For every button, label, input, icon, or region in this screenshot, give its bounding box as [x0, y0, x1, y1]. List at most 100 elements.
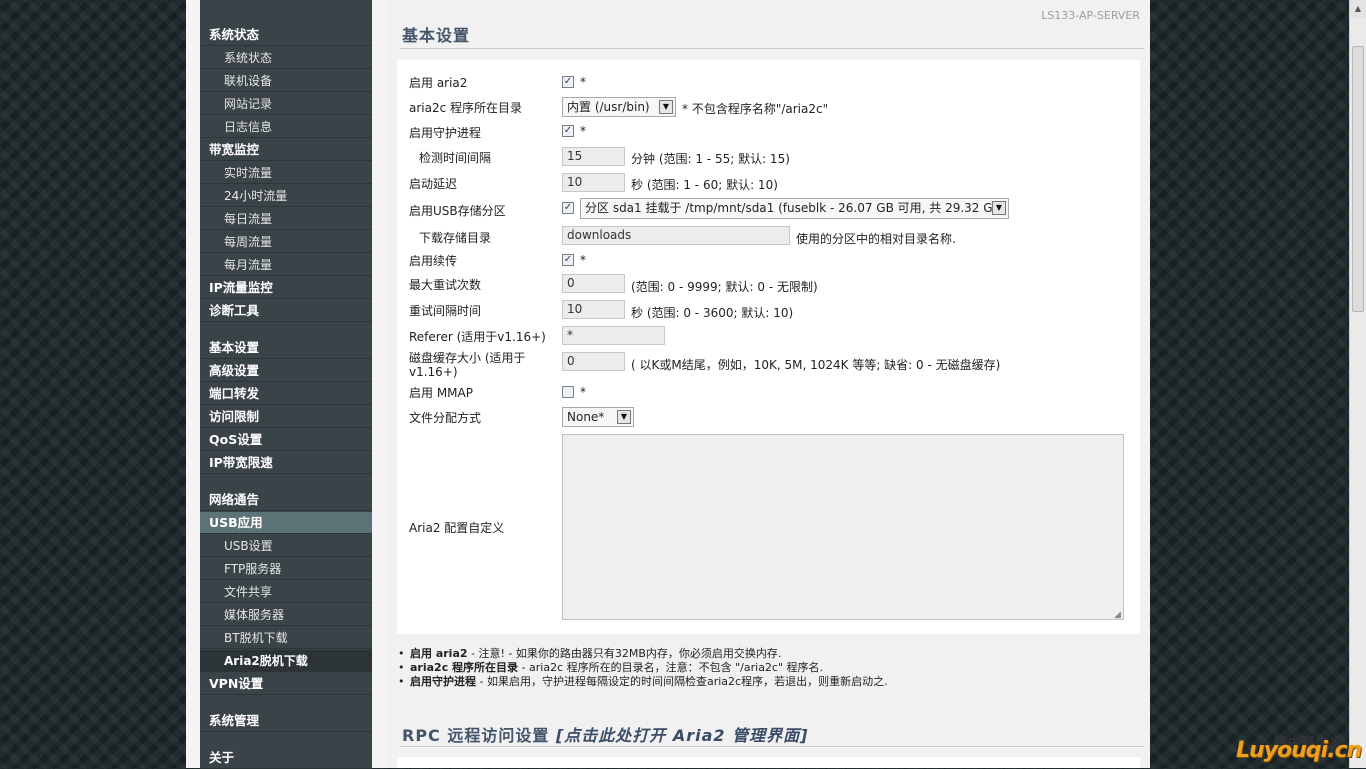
referer-label: Referer (适用于v1.16+): [409, 330, 546, 344]
file-alloc-select[interactable]: None* ▼: [562, 407, 634, 427]
enable-guard-checkbox[interactable]: ✓: [562, 125, 574, 137]
sidebar-item[interactable]: 每日流量: [200, 208, 372, 230]
sidebar-item[interactable]: 每周流量: [200, 231, 372, 253]
page-title: 基本设置: [402, 26, 471, 45]
custom-config-textarea[interactable]: [562, 434, 1124, 620]
sidebar-item[interactable]: 诊断工具: [200, 300, 372, 322]
note-text: - aria2c 程序所在的目录名，注意：不包含 "/aria2c" 程序名.: [518, 661, 824, 674]
main-panel: LS133-AP-SERVER 基本设置 启用 aria2 ✓ * aria2c…: [386, 0, 1150, 768]
download-dir-label: 下载存储目录: [419, 231, 492, 245]
start-delay-label: 启动延迟: [409, 177, 458, 191]
retry-wait-hint: 秒 (范围: 0 - 3600; 默认: 10): [631, 306, 794, 320]
sidebar-item[interactable]: FTP服务器: [200, 558, 372, 580]
sidebar-item[interactable]: VPN设置: [200, 673, 372, 695]
aria2c-dir-value: 内置 (/usr/bin): [567, 100, 650, 114]
sidebar-item[interactable]: Aria2脱机下载: [200, 650, 372, 672]
notes-list: 启用 aria2 - 注意! - 如果你的路由器只有32MB内存，你必须启用交换…: [398, 647, 1138, 689]
usb-partition-value: 分区 sda1 挂载于 /tmp/mnt/sda1 (fuseblk - 26.…: [585, 201, 1006, 215]
max-retries-label: 最大重试次数: [409, 278, 482, 292]
retry-wait-input[interactable]: 10: [562, 300, 625, 319]
sidebar-item[interactable]: USB设置: [200, 535, 372, 557]
enable-mmap-mark: *: [580, 385, 586, 399]
sidebar-item[interactable]: 文件共享: [200, 581, 372, 603]
note-term: 启用守护进程: [410, 675, 476, 688]
sidebar-item[interactable]: 实时流量: [200, 162, 372, 184]
enable-aria2-mark: *: [580, 75, 586, 89]
note-text: - 注意! - 如果你的路由器只有32MB内存，你必须启用交换内存.: [467, 647, 782, 660]
referer-input[interactable]: *: [562, 326, 665, 345]
sidebar-item[interactable]: IP带宽限速: [200, 452, 372, 474]
usb-partition-select[interactable]: 分区 sda1 挂载于 /tmp/mnt/sda1 (fuseblk - 26.…: [580, 198, 1009, 219]
sidebar-menu: 系统状态 系统状态 联机设备 网站记录 日志信息 带宽监控 实时流量 24小时流量 每日流量 每周…: [200, 0, 372, 769]
start-delay-input[interactable]: 10: [562, 173, 625, 192]
disk-cache-input[interactable]: 0: [562, 352, 625, 371]
sidebar-item[interactable]: USB应用: [200, 512, 372, 534]
sidebar-item[interactable]: 系统状态: [200, 24, 372, 46]
sidebar-item[interactable]: QoS设置: [200, 429, 372, 451]
max-retries-hint: (范围: 0 - 9999; 默认: 0 - 无限制): [631, 280, 818, 294]
sidebar-item[interactable]: 联机设备: [200, 70, 372, 92]
title-divider: [400, 48, 1144, 49]
sidebar-item[interactable]: BT脱机下载: [200, 627, 372, 649]
watermark-logo: 路由器之家 Luyouqi.cn: [1236, 732, 1362, 768]
scrollbar-thumb[interactable]: [1352, 46, 1364, 312]
sidebar-item[interactable]: 24小时流量: [200, 185, 372, 207]
enable-resume-checkbox[interactable]: ✓: [562, 254, 574, 266]
sidebar-item[interactable]: IP流量监控: [200, 277, 372, 299]
sidebar-item[interactable]: 高级设置: [200, 360, 372, 382]
checkmark-icon: ✓: [563, 202, 573, 213]
note-term: 启用 aria2: [410, 647, 468, 660]
download-dir-input[interactable]: downloads: [562, 226, 790, 245]
scroll-up-icon[interactable]: ▲: [1350, 0, 1366, 17]
dropdown-arrow-icon: ▼: [617, 410, 631, 424]
rpc-section-title: RPC 远程访问设置 [点击此处打开 Aria2 管理界面]: [402, 722, 808, 746]
check-interval-input[interactable]: 15: [562, 147, 625, 166]
custom-config-label: Aria2 配置自定义: [409, 521, 505, 535]
dropdown-arrow-icon: ▼: [992, 201, 1006, 215]
rpc-form: [397, 757, 1140, 768]
enable-resume-label: 启用续传: [409, 254, 458, 268]
enable-mmap-checkbox[interactable]: [562, 386, 574, 398]
aria2c-dir-label: aria2c 程序所在目录: [409, 101, 523, 115]
enable-resume-mark: *: [580, 253, 586, 267]
checkmark-icon: ✓: [563, 76, 573, 87]
aria2-admin-link[interactable]: [点击此处打开 Aria2 管理界面]: [556, 726, 808, 745]
enable-mmap-label: 启用 MMAP: [409, 386, 473, 400]
page-scrollbar[interactable]: ▲: [1349, 0, 1366, 768]
sidebar-item[interactable]: 带宽监控: [200, 139, 372, 161]
resize-grip-icon[interactable]: ◢: [1114, 610, 1121, 620]
sidebar: 系统状态 系统状态 联机设备 网站记录 日志信息 带宽监控 实时流量 24小时流量 每日流量 每周…: [186, 0, 386, 769]
watermark-main: Luyouqi.cn: [1236, 738, 1362, 763]
note-term: aria2c 程序所在目录: [410, 661, 519, 674]
retry-wait-label: 重试间隔时间: [409, 304, 482, 318]
sidebar-item[interactable]: 每月流量: [200, 254, 372, 276]
note-item: 启用 aria2 - 注意! - 如果你的路由器只有32MB内存，你必须启用交换…: [398, 647, 1138, 661]
sidebar-item[interactable]: 网站记录: [200, 93, 372, 115]
sidebar-item[interactable]: 系统管理: [200, 710, 372, 732]
hostname-label: LS133-AP-SERVER: [1041, 9, 1140, 22]
settings-form: 启用 aria2 ✓ * aria2c 程序所在目录 内置 (/usr/bin)…: [397, 60, 1140, 634]
sidebar-item[interactable]: 系统状态: [200, 47, 372, 69]
sidebar-item[interactable]: 媒体服务器: [200, 604, 372, 626]
check-interval-label: 检测时间间隔: [419, 151, 492, 165]
enable-guard-label: 启用守护进程: [409, 126, 482, 140]
check-interval-hint: 分钟 (范围: 1 - 55; 默认: 15): [631, 152, 790, 166]
sidebar-item[interactable]: 关于: [200, 747, 372, 769]
sidebar-item[interactable]: 端口转发: [200, 383, 372, 405]
disk-cache-hint: ( 以K或M结尾，例如，10K, 5M, 1024K 等等; 缺省: 0 - 无…: [631, 358, 1001, 372]
usb-partition-checkbox[interactable]: ✓: [562, 202, 574, 214]
note-item: 启用守护进程 - 如果启用，守护进程每隔设定的时间间隔检查aria2c程序，若退…: [398, 675, 1138, 689]
max-retries-input[interactable]: 0: [562, 274, 625, 293]
enable-aria2-checkbox[interactable]: ✓: [562, 76, 574, 88]
sidebar-item[interactable]: 网络通告: [200, 489, 372, 511]
disk-cache-label-line2: v1.16+): [409, 365, 458, 379]
checkmark-icon: ✓: [563, 125, 573, 136]
sidebar-item[interactable]: 基本设置: [200, 337, 372, 359]
usb-partition-label: 启用USB存储分区: [409, 204, 506, 218]
aria2c-dir-select[interactable]: 内置 (/usr/bin) ▼: [562, 97, 676, 117]
note-text: - 如果启用，守护进程每隔设定的时间间隔检查aria2c程序，若退出，则重新启动…: [476, 675, 888, 688]
sidebar-item[interactable]: 日志信息: [200, 116, 372, 138]
disk-cache-label-line1: 磁盘缓存大小 (适用于: [409, 351, 526, 365]
download-dir-hint: 使用的分区中的相对目录名称.: [796, 232, 956, 246]
sidebar-item[interactable]: 访问限制: [200, 406, 372, 428]
